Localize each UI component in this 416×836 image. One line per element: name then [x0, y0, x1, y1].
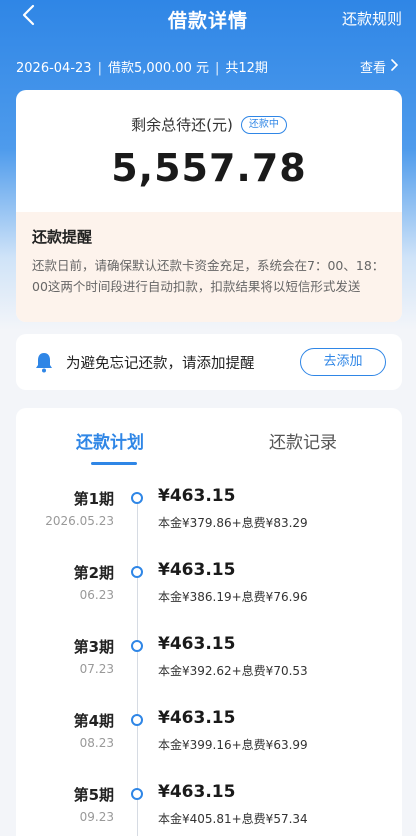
loan-date: 2026-04-23 — [16, 61, 92, 76]
view-label: 查看 — [359, 61, 386, 76]
period-label: 第4期 — [73, 712, 114, 730]
period-label: 第5期 — [73, 786, 114, 804]
schedule-row[interactable]: 第2期 06.23 ¥463.15 本金¥386.19+息费¥76.96 — [16, 560, 402, 636]
schedule-row[interactable]: 第5期 09.23 ¥463.15 本金¥405.81+息费¥57.34 — [16, 782, 402, 836]
active-tab-indicator — [91, 462, 137, 465]
installment-detail: 本金¥399.16+息费¥63.99 — [158, 738, 308, 752]
repayment-rules-link[interactable]: 还款规则 — [342, 8, 402, 29]
timeline-dot-icon — [131, 566, 143, 578]
view-button[interactable]: 查看 — [360, 57, 400, 76]
installment-detail: 本金¥386.19+息费¥76.96 — [158, 590, 308, 604]
due-date: 2026.05.23 — [45, 514, 114, 528]
installment-amount: ¥463.15 — [158, 634, 236, 654]
timeline-dot-icon — [131, 640, 143, 652]
period-label: 第2期 — [73, 564, 114, 582]
installment-detail: 本金¥392.62+息费¥70.53 — [158, 664, 308, 678]
installment-amount: ¥463.15 — [158, 560, 236, 580]
separator: | — [97, 61, 102, 76]
chevron-right-icon — [386, 58, 400, 75]
timeline-dot-icon — [131, 492, 143, 504]
status-badge: 还款中 — [240, 115, 287, 134]
installment-amount: ¥463.15 — [158, 486, 236, 506]
tab-repayment-record[interactable]: 还款记录 — [269, 428, 337, 453]
tab-repayment-plan[interactable]: 还款计划 — [76, 428, 144, 453]
due-date: 06.23 — [79, 588, 114, 602]
repayment-reminder: 还款提醒 还款日前，请确保默认还款卡资金充足，系统会在7：00、18：00这两个… — [16, 212, 402, 322]
reminder-prompt: 为避免忘记还款，请添加提醒 — [66, 356, 255, 372]
nav-bar: 借款详情 还款规则 — [0, 0, 416, 36]
remaining-card: 剩余总待还(元) 还款中 5,557.78 还款提醒 还款日前，请确保默认还款卡… — [16, 90, 402, 322]
schedule-row[interactable]: 第4期 08.23 ¥463.15 本金¥399.16+息费¥63.99 — [16, 708, 402, 784]
remaining-amount: 5,557.78 — [111, 146, 307, 190]
due-date: 09.23 — [79, 810, 114, 824]
installment-amount: ¥463.15 — [158, 782, 236, 802]
add-reminder-card: 为避免忘记还款，请添加提醒 去添加 — [16, 334, 402, 390]
bell-icon — [34, 351, 54, 377]
add-reminder-button[interactable]: 去添加 — [300, 348, 386, 376]
schedule-row[interactable]: 第1期 2026.05.23 ¥463.15 本金¥379.86+息费¥83.2… — [16, 486, 402, 562]
installment-detail: 本金¥405.81+息费¥57.34 — [158, 812, 308, 826]
repayment-plan-card: 还款计划 还款记录 第1期 2026.05.23 ¥463.15 本金¥379.… — [16, 408, 402, 836]
period-label: 第3期 — [73, 638, 114, 656]
reminder-title: 还款提醒 — [32, 228, 93, 246]
timeline-dot-icon — [131, 714, 143, 726]
reminder-text: 还款日前，请确保默认还款卡资金充足，系统会在7：00、18：00这两个时间段进行… — [32, 258, 385, 294]
due-date: 08.23 — [79, 736, 114, 750]
loan-term: 共12期 — [225, 61, 268, 76]
due-date: 07.23 — [79, 662, 114, 676]
separator: | — [214, 61, 220, 76]
remaining-label: 剩余总待还(元) — [131, 116, 233, 134]
loan-info-bar: 2026-04-23 | 借款5,000.00 元 | 共12期 查看 — [16, 56, 400, 76]
installment-detail: 本金¥379.86+息费¥83.29 — [158, 516, 308, 530]
schedule-row[interactable]: 第3期 07.23 ¥463.15 本金¥392.62+息费¥70.53 — [16, 634, 402, 710]
loan-amount: 借款5,000.00 元 — [107, 61, 209, 76]
installment-amount: ¥463.15 — [158, 708, 236, 728]
timeline-dot-icon — [131, 788, 143, 800]
period-label: 第1期 — [73, 490, 114, 508]
